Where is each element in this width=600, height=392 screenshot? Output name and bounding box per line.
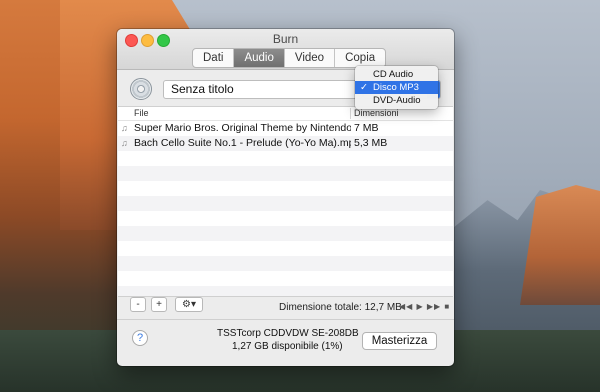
total-size: Dimensione totale: 12,7 MB [279,302,402,313]
free-space: 1,27 GB disponibile (1%) [232,341,343,352]
remove-button[interactable]: - [130,297,146,312]
table-row-empty [118,256,453,271]
column-divider [350,108,351,119]
format-dropdown-menu: CD Audio ✓ Disco MP3 DVD-Audio [355,66,438,109]
gear-menu-button[interactable]: ⚙▾ [175,297,203,312]
tab-video[interactable]: Video [285,49,336,67]
checkmark-icon: ✓ [360,82,368,93]
audio-file-icon: ♫ [121,123,128,133]
table-row[interactable]: ♫ Super Mario Bros. Original Theme by Ni… [118,121,453,136]
burn-button[interactable]: Masterizza [362,332,437,350]
menu-item-disco-mp3[interactable]: ✓ Disco MP3 [355,81,438,94]
file-table: File Dimensioni ♫ Super Mario Bros. Orig… [118,106,453,297]
column-header-size[interactable]: Dimensioni [354,108,399,118]
tab-dati[interactable]: Dati [193,49,235,67]
menu-item-label: DVD-Audio [373,95,421,106]
column-header-file[interactable]: File [134,108,149,118]
table-row-empty [118,286,453,296]
menu-item-cd-audio[interactable]: CD Audio [355,68,438,81]
file-name: Bach Cello Suite No.1 - Prelude (Yo-Yo M… [134,137,351,149]
tab-bar: Dati Audio Video Copia [192,48,387,68]
table-row-empty [118,226,453,241]
menu-item-label: CD Audio [373,69,414,80]
tab-audio[interactable]: Audio [234,49,285,67]
menu-item-label: Disco MP3 [373,82,419,93]
table-header: File Dimensioni [118,107,453,121]
table-body: ♫ Super Mario Bros. Original Theme by Ni… [118,121,453,296]
footer-divider [117,319,454,320]
menu-item-dvd-audio[interactable]: DVD-Audio [355,94,438,107]
table-row[interactable]: ♫ Bach Cello Suite No.1 - Prelude (Yo-Yo… [118,136,453,151]
window-title: Burn [272,32,299,46]
table-row-empty [118,181,453,196]
table-row-empty [118,151,453,166]
table-row-empty [118,211,453,226]
file-name: Super Mario Bros. Original Theme by Nint… [134,122,351,134]
help-button[interactable]: ? [132,330,148,346]
add-button[interactable]: + [151,297,167,312]
file-size: 7 MB [354,122,379,134]
disc-icon [130,78,152,100]
playback-controls[interactable]: ◀◀ ▶ ▶▶ ■ [399,302,450,311]
title-bar[interactable]: Burn Dati Audio Video Copia [117,29,454,70]
table-row-empty [118,196,453,211]
drive-name: TSSTcorp CDDVDW SE-208DB [217,328,359,339]
table-row-empty [118,241,453,256]
table-row-empty [118,271,453,286]
file-size: 5,3 MB [354,137,388,149]
tab-copia[interactable]: Copia [335,49,385,67]
disc-name-field[interactable]: Senza titolo [163,80,363,99]
audio-file-icon: ♫ [121,138,128,148]
table-row-empty [118,166,453,181]
